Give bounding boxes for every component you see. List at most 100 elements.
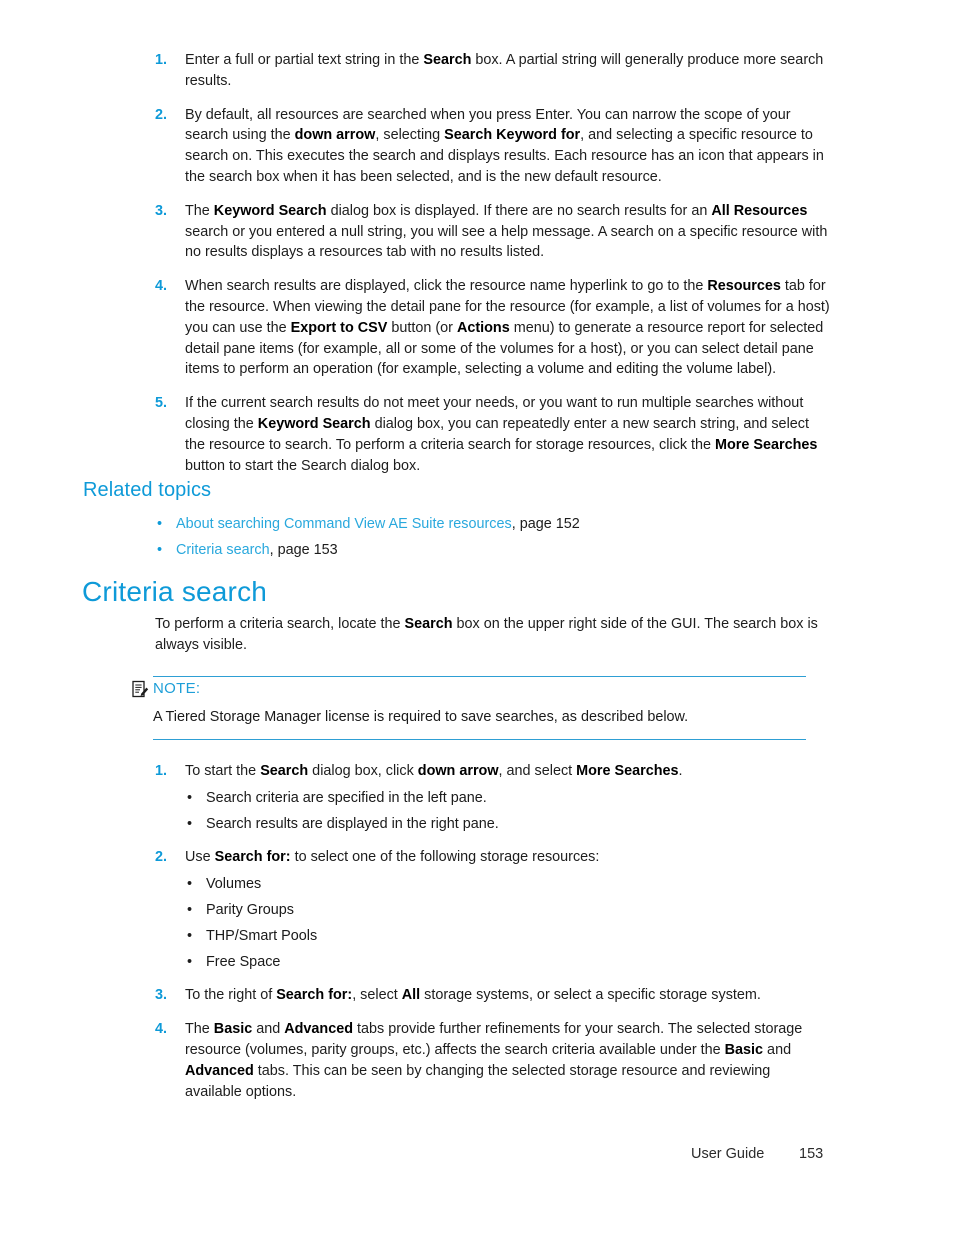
body-text: , select — [352, 987, 402, 1004]
sub-bullet-text: THP/Smart Pools — [206, 927, 318, 944]
step-item: 3. The Keyword Search dialog box is displ… — [155, 201, 830, 263]
step-item: 1. Enter a full or partial text string in… — [155, 50, 830, 92]
body-text: The — [185, 202, 214, 219]
bullet-marker: • — [187, 876, 193, 893]
emphasis-text: More Searches — [576, 763, 679, 779]
keyword-search-steps-list: 1. Enter a full or partial text string in… — [155, 50, 830, 476]
step-item: 4. When search results are displayed, cli… — [155, 276, 830, 380]
note-label: NOTE: — [153, 680, 201, 697]
emphasis-text: Advanced — [284, 1021, 353, 1038]
sub-bullet-text: Search results are displayed in the righ… — [206, 815, 499, 832]
step-item: 1. To start the Search dialog box, click … — [155, 761, 830, 834]
note-bottom-rule — [153, 738, 806, 740]
body-text: To the right of — [185, 987, 277, 1004]
criteria-search-intro-paragraph: To perform a criteria search, locate the… — [155, 614, 827, 656]
emphasis-text: Basic — [724, 1041, 764, 1058]
step-text: When search results are displayed, click… — [185, 276, 830, 380]
step-number: 4. — [155, 278, 168, 295]
step-number: 5. — [155, 395, 168, 412]
bullet-marker: • — [187, 815, 193, 832]
emphasis-text: All — [401, 987, 421, 1004]
body-text: . — [678, 763, 683, 779]
criteria-search-steps-list: 1. To start the Search dialog box, click … — [155, 761, 830, 1102]
step-text: To the right of Search for:, select All … — [185, 985, 830, 1006]
body-text: button (or — [387, 319, 457, 336]
step-number: 1. — [155, 763, 168, 779]
note-admonition: NOTE: A Tiered Storage Manager license i… — [132, 676, 812, 740]
sub-bullet-item: • Search results are displayed in the rig… — [185, 814, 830, 835]
sub-bullet-text: Parity Groups — [206, 901, 294, 918]
step-number: 2. — [155, 849, 168, 866]
step-number: 3. — [155, 987, 168, 1004]
body-text: to select one of the following storage r… — [290, 849, 600, 866]
emphasis-text: Search for: — [214, 849, 291, 866]
related-topic-item: • Criteria search, page 153 — [155, 540, 830, 561]
step-item: 2. By default, all resources are searched… — [155, 105, 830, 188]
related-topic-link[interactable]: About searching Command View AE Suite re… — [176, 516, 512, 532]
bullet-marker: • — [187, 789, 193, 806]
sub-bullet-text: Search criteria are specified in the lef… — [206, 789, 487, 806]
step-item: 4. The Basic and Advanced tabs provide fu… — [155, 1019, 830, 1102]
related-topic-page-ref: , page 153 — [269, 541, 338, 558]
emphasis-text: Resources — [707, 278, 781, 295]
body-text: When search results are displayed, click… — [185, 278, 708, 295]
emphasis-text: Keyword Search — [257, 415, 371, 432]
note-pencil-icon — [132, 680, 149, 698]
document-page: 1. Enter a full or partial text string in… — [0, 0, 954, 1235]
emphasis-text: Search — [423, 52, 472, 68]
related-topic-page-ref: , page 152 — [511, 516, 580, 532]
body-text: tabs. This can be seen by changing the s… — [185, 1062, 771, 1100]
page-footer: User Guide 153 — [0, 1143, 954, 1165]
emphasis-text: down arrow — [417, 763, 499, 779]
body-text: button to start the Search dialog box. — [185, 457, 421, 474]
criteria-search-heading: Criteria search — [82, 576, 268, 607]
step-item: 5. If the current search results do not m… — [155, 393, 830, 476]
emphasis-text: Export to CSV — [290, 319, 388, 336]
step-item: 3. To the right of Search for:, select Al… — [155, 985, 830, 1006]
bullet-marker: • — [157, 541, 163, 558]
step-text: The Basic and Advanced tabs provide furt… — [185, 1019, 830, 1102]
footer-document-title: User Guide — [691, 1146, 765, 1162]
step-text: Use Search for: to select one of the fol… — [185, 847, 830, 868]
step-number: 2. — [155, 106, 168, 123]
sub-bullet-text: Volumes — [206, 876, 262, 893]
sub-bullet-item: • Parity Groups — [185, 900, 830, 921]
body-text: To start the — [185, 763, 261, 779]
sub-bullet-text: Free Space — [206, 953, 281, 970]
note-body-text: A Tiered Storage Manager license is requ… — [153, 709, 689, 725]
step-sub-bullet-list: • Search criteria are specified in the le… — [185, 788, 830, 835]
body-text: dialog box, click — [308, 763, 418, 779]
step-text: To start the Search dialog box, click do… — [185, 761, 830, 782]
sub-bullet-item: • Volumes — [185, 874, 830, 895]
emphasis-text: Search Keyword for — [444, 127, 581, 144]
emphasis-text: down arrow — [294, 127, 376, 144]
related-topics-heading: Related topics — [83, 479, 212, 501]
emphasis-text: Advanced — [185, 1062, 254, 1079]
step-item: 2. Use Search for: to select one of the f… — [155, 847, 830, 972]
body-text: and — [252, 1021, 285, 1038]
note-header: NOTE: — [132, 677, 812, 701]
step-sub-bullet-list: • Volumes • Parity Groups • THP/Smart Pools • F… — [185, 874, 830, 972]
sub-bullet-item: • THP/Smart Pools — [185, 926, 830, 947]
emphasis-text: More Searches — [715, 436, 818, 453]
bullet-marker: • — [157, 516, 163, 532]
emphasis-text: All Resources — [711, 202, 808, 219]
emphasis-text: Search — [260, 763, 309, 779]
bullet-marker: • — [187, 953, 193, 970]
emphasis-text: Basic — [213, 1021, 253, 1038]
sub-bullet-item: • Free Space — [185, 952, 830, 973]
step-number: 4. — [155, 1021, 168, 1038]
step-number: 3. — [155, 202, 168, 219]
related-topic-link[interactable]: Criteria search — [176, 542, 270, 558]
body-text: The — [185, 1021, 214, 1038]
body-text: Enter a full or partial text string in t… — [185, 52, 424, 68]
related-topics-link-list: • About searching Command View AE Suite r… — [155, 514, 830, 561]
bullet-marker: • — [187, 927, 193, 944]
body-text: Use — [185, 849, 215, 866]
body-text: , and select — [498, 763, 577, 779]
body-text: dialog box is displayed. If there are no… — [326, 202, 712, 219]
step-text: If the current search results do not mee… — [185, 393, 830, 476]
emphasis-text: Keyword Search — [213, 202, 327, 219]
related-topic-item: • About searching Command View AE Suite r… — [155, 514, 830, 535]
emphasis-text: Search — [404, 616, 453, 632]
